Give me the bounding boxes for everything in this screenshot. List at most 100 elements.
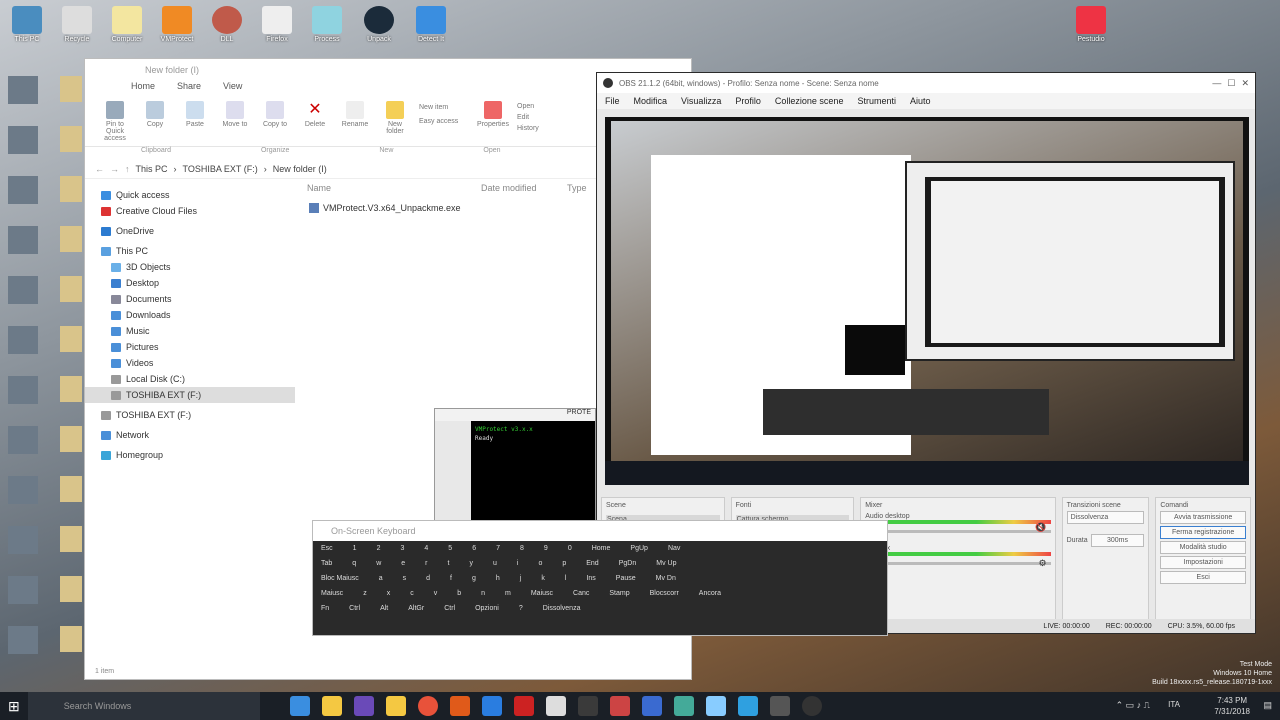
- desktop-icon[interactable]: Firefox: [250, 6, 304, 43]
- paste-button[interactable]: Paste: [179, 101, 211, 142]
- mail-icon[interactable]: [545, 696, 566, 716]
- keyboard-key[interactable]: Maiusc: [531, 590, 553, 597]
- tab-home[interactable]: Home: [131, 81, 155, 97]
- keyboard-key[interactable]: 0: [568, 545, 572, 552]
- up-icon[interactable]: ↑: [125, 164, 130, 174]
- keyboard-key[interactable]: Ancora: [699, 590, 721, 597]
- copy-to-button[interactable]: Copy to: [259, 101, 291, 142]
- chrome-icon[interactable]: [417, 696, 438, 716]
- keyboard-key[interactable]: r: [425, 560, 427, 567]
- column-type[interactable]: Type: [567, 183, 587, 193]
- keyboard-key[interactable]: s: [403, 575, 407, 582]
- menu-tools[interactable]: Strumenti: [857, 96, 896, 106]
- keyboard-key[interactable]: f: [450, 575, 452, 582]
- nav-this-pc[interactable]: This PC: [85, 243, 295, 259]
- keyboard-key[interactable]: x: [387, 590, 391, 597]
- keyboard-key[interactable]: v: [434, 590, 438, 597]
- keyboard-key[interactable]: o: [538, 560, 542, 567]
- obs-taskbar-icon[interactable]: [769, 696, 790, 716]
- column-name[interactable]: Name: [307, 183, 481, 193]
- easy-access-button[interactable]: Easy access: [419, 115, 469, 129]
- duration-input[interactable]: 300ms: [1090, 534, 1145, 547]
- keyboard-key[interactable]: h: [496, 575, 500, 582]
- keyboard-key[interactable]: Canc: [573, 590, 589, 597]
- mute-icon[interactable]: 🔇: [1035, 522, 1046, 533]
- keyboard-key[interactable]: i: [517, 560, 519, 567]
- keyboard-key[interactable]: ?: [519, 605, 523, 612]
- app-icon[interactable]: [481, 696, 502, 716]
- keyboard-key[interactable]: 2: [377, 545, 381, 552]
- keyboard-key[interactable]: Nav: [668, 545, 680, 552]
- app-icon[interactable]: [641, 696, 662, 716]
- forward-icon[interactable]: →: [110, 164, 119, 174]
- clock[interactable]: 7:43 PM 7/31/2018: [1214, 695, 1250, 717]
- breadcrumb-folder[interactable]: New folder (I): [273, 164, 327, 174]
- keyboard-key[interactable]: Ins: [586, 575, 595, 582]
- desktop-icon[interactable]: This PC: [0, 6, 54, 43]
- volume-slider[interactable]: [865, 562, 1051, 565]
- desktop-icon[interactable]: Computer: [100, 6, 154, 43]
- protect-titlebar[interactable]: PROTE: [435, 409, 595, 421]
- transition-select[interactable]: Dissolvenza: [1066, 511, 1145, 524]
- tab-view[interactable]: View: [223, 81, 242, 97]
- keyboard-key[interactable]: 4: [424, 545, 428, 552]
- nav-documents[interactable]: Documents: [85, 291, 295, 307]
- keyboard-key[interactable]: Ctrl: [349, 605, 360, 612]
- nav-music[interactable]: Music: [85, 323, 295, 339]
- notification-icon[interactable]: ▤: [1263, 700, 1272, 711]
- keyboard-key[interactable]: Dissolvenza: [543, 605, 581, 612]
- brave-icon[interactable]: [449, 696, 470, 716]
- pin-button[interactable]: Pin to Quick access: [99, 101, 131, 142]
- keyboard-key[interactable]: q: [352, 560, 356, 567]
- volume-slider[interactable]: [865, 530, 1051, 533]
- edit-button[interactable]: Edit: [517, 112, 557, 123]
- keyboard-key[interactable]: z: [363, 590, 367, 597]
- menu-edit[interactable]: Modifica: [634, 96, 668, 106]
- folder-icon[interactable]: [385, 696, 406, 716]
- close-icon[interactable]: ✕: [1241, 78, 1249, 89]
- keyboard-key[interactable]: g: [472, 575, 476, 582]
- new-item-button[interactable]: New item: [419, 101, 469, 115]
- keyboard-key[interactable]: Blocscorr: [650, 590, 679, 597]
- keyboard-key[interactable]: AltGr: [408, 605, 424, 612]
- desktop-icon[interactable]: Pestudio: [1064, 6, 1118, 43]
- skype-icon[interactable]: [737, 696, 758, 716]
- keyboard-key[interactable]: Bloc Maiusc: [321, 575, 359, 582]
- keyboard-key[interactable]: 5: [448, 545, 452, 552]
- nav-pictures[interactable]: Pictures: [85, 339, 295, 355]
- keyboard-key[interactable]: Tab: [321, 560, 332, 567]
- start-windows-icon[interactable]: ⊞: [8, 698, 20, 715]
- nav-toshiba[interactable]: TOSHIBA EXT (F:): [85, 407, 295, 423]
- keyboard-key[interactable]: Maiusc: [321, 590, 343, 597]
- keyboard-key[interactable]: Esc: [321, 545, 333, 552]
- keyboard-title[interactable]: On-Screen Keyboard: [313, 521, 887, 541]
- keyboard-key[interactable]: d: [426, 575, 430, 582]
- menu-view[interactable]: Visualizza: [681, 96, 721, 106]
- studio-mode-button[interactable]: Modalità studio: [1160, 541, 1247, 554]
- minimize-icon[interactable]: —: [1212, 78, 1221, 88]
- keyboard-key[interactable]: e: [401, 560, 405, 567]
- desktop-icon[interactable]: DLL: [200, 6, 254, 43]
- keyboard-key[interactable]: Stamp: [609, 590, 629, 597]
- nav-videos[interactable]: Videos: [85, 355, 295, 371]
- vs-icon[interactable]: [353, 696, 374, 716]
- desktop-icon[interactable]: VMProtect: [150, 6, 204, 43]
- keyboard-key[interactable]: a: [379, 575, 383, 582]
- maximize-icon[interactable]: ☐: [1227, 78, 1235, 89]
- app-icon[interactable]: [673, 696, 694, 716]
- explorer-icon[interactable]: [321, 696, 342, 716]
- app-icon[interactable]: [513, 696, 534, 716]
- nav-toshiba-selected[interactable]: TOSHIBA EXT (F:): [85, 387, 295, 403]
- keyboard-key[interactable]: 1: [353, 545, 357, 552]
- obs-titlebar[interactable]: OBS 21.1.2 (64bit, windows) - Profilo: S…: [597, 73, 1255, 93]
- keyboard-key[interactable]: w: [376, 560, 381, 567]
- keyboard-key[interactable]: 3: [400, 545, 404, 552]
- keyboard-key[interactable]: 7: [496, 545, 500, 552]
- obs-taskbar-icon[interactable]: [801, 696, 822, 716]
- menu-profile[interactable]: Profilo: [735, 96, 761, 106]
- breadcrumb-drive[interactable]: TOSHIBA EXT (F:): [183, 164, 258, 174]
- keyboard-key[interactable]: y: [469, 560, 473, 567]
- keyboard-key[interactable]: Ctrl: [444, 605, 455, 612]
- app-icon[interactable]: [577, 696, 598, 716]
- keyboard-key[interactable]: Fn: [321, 605, 329, 612]
